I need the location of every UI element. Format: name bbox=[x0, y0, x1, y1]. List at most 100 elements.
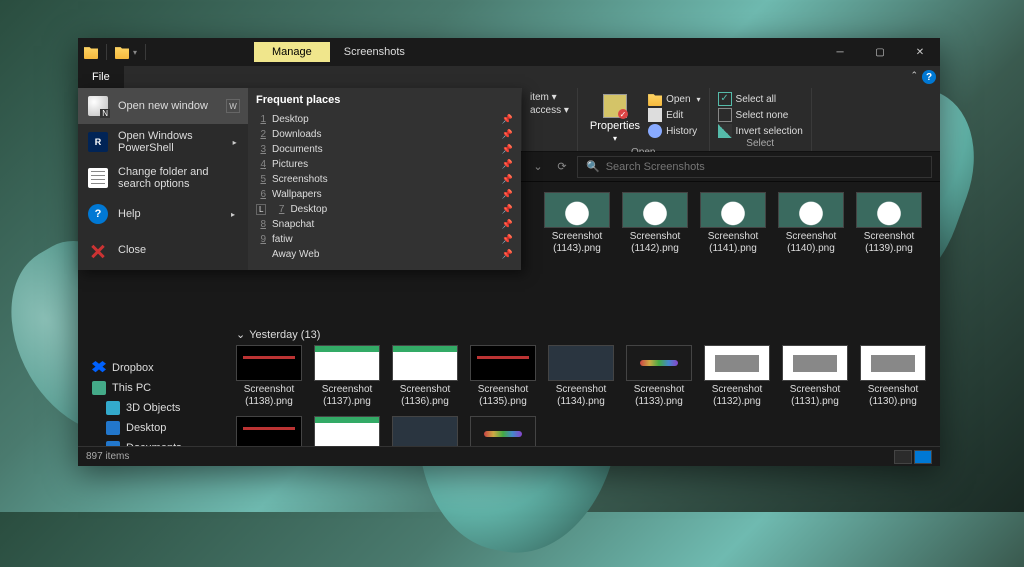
titlebar[interactable]: ▾ Manage Screenshots ─ ▢ ✕ bbox=[78, 38, 940, 66]
divider bbox=[145, 44, 146, 60]
file-thumbnail[interactable]: Screenshot (1128).png bbox=[314, 416, 380, 446]
thumbnail-image bbox=[860, 345, 926, 381]
help-icon: ? bbox=[88, 204, 108, 224]
file-thumbnail[interactable]: Screenshot (1135).png bbox=[470, 345, 536, 408]
pin-icon[interactable]: 📌 bbox=[502, 174, 513, 185]
close-button[interactable]: ✕ bbox=[900, 38, 940, 66]
frequent-label: Wallpapers bbox=[272, 189, 322, 200]
pin-icon[interactable]: 📌 bbox=[502, 249, 513, 260]
file-menu-help[interactable]: ? Help ▸ bbox=[78, 196, 248, 232]
close-icon bbox=[88, 240, 108, 260]
sidebar-item-3d-objects[interactable]: 3D Objects bbox=[78, 398, 226, 418]
minimize-button[interactable]: ─ bbox=[820, 38, 860, 66]
file-menu-tab[interactable]: File bbox=[78, 66, 124, 88]
frequent-place-item[interactable]: 3Documents📌 bbox=[256, 142, 513, 157]
history-button[interactable]: History bbox=[648, 124, 700, 138]
thumbnail-image bbox=[314, 345, 380, 381]
pc-icon bbox=[92, 381, 106, 395]
file-thumbnail[interactable]: Screenshot (1137).png bbox=[314, 345, 380, 408]
file-menu-change-options[interactable]: Change folder and search options bbox=[78, 160, 248, 196]
file-thumbnail[interactable]: Screenshot (1140).png bbox=[778, 192, 844, 255]
file-thumbnail[interactable]: Screenshot (1133).png bbox=[626, 345, 692, 408]
open-button[interactable]: Open▾ bbox=[648, 92, 700, 106]
file-thumbnail[interactable]: Screenshot (1127).png bbox=[392, 416, 458, 446]
sidebar-item-desktop[interactable]: Desktop bbox=[78, 418, 226, 438]
maximize-button[interactable]: ▢ bbox=[860, 38, 900, 66]
select-none-button[interactable]: Select none bbox=[718, 108, 803, 122]
thumbnail-label: Screenshot (1134).png bbox=[548, 384, 614, 408]
sidebar-item-dropbox[interactable]: Dropbox bbox=[78, 358, 226, 378]
nav-dropdown-icon[interactable]: ⌄ bbox=[529, 158, 547, 176]
options-icon bbox=[88, 168, 108, 188]
file-thumbnail[interactable]: Screenshot (1138).png bbox=[236, 345, 302, 408]
new-item-dropdown[interactable]: item ▾ bbox=[530, 92, 569, 103]
divider bbox=[106, 44, 107, 60]
pin-icon[interactable]: 📌 bbox=[502, 189, 513, 200]
file-thumbnail[interactable]: Screenshot (1134).png bbox=[548, 345, 614, 408]
group-header-yesterday[interactable]: ⌄Yesterday (13) bbox=[236, 322, 930, 345]
refresh-icon[interactable]: ⟳ bbox=[553, 158, 571, 176]
select-all-button[interactable]: Select all bbox=[718, 92, 803, 106]
details-view-button[interactable] bbox=[894, 450, 912, 464]
pin-icon[interactable]: 📌 bbox=[502, 144, 513, 155]
frequent-place-item[interactable]: Away Web📌 bbox=[256, 247, 513, 262]
frequent-place-item[interactable]: 4Pictures📌 bbox=[256, 157, 513, 172]
pin-icon[interactable]: 📌 bbox=[502, 159, 513, 170]
3d-icon bbox=[106, 401, 120, 415]
search-input[interactable] bbox=[606, 161, 923, 173]
frequent-place-item[interactable]: 6 Wallpapers 📌 bbox=[256, 187, 513, 202]
thumbnail-image bbox=[778, 192, 844, 228]
pin-icon[interactable]: 📌 bbox=[502, 129, 513, 140]
contextual-tab-manage[interactable]: Manage bbox=[254, 42, 330, 62]
frequent-place-item[interactable]: 9fatiw📌 bbox=[256, 232, 513, 247]
file-thumbnail[interactable]: Screenshot (1142).png bbox=[622, 192, 688, 255]
thumbnail-label: Screenshot (1132).png bbox=[704, 384, 770, 408]
file-thumbnail[interactable]: Screenshot (1143).png bbox=[544, 192, 610, 255]
file-thumbnail[interactable]: Screenshot (1132).png bbox=[704, 345, 770, 408]
thumbnail-image bbox=[470, 345, 536, 381]
sidebar-item-documents[interactable]: Documents bbox=[78, 438, 226, 446]
file-menu-close[interactable]: Close bbox=[78, 232, 248, 268]
qat-folder-icon[interactable] bbox=[115, 45, 129, 59]
sidebar-item-this-pc[interactable]: This PC bbox=[78, 378, 226, 398]
thumbnail-image bbox=[856, 192, 922, 228]
file-thumbnail[interactable]: Screenshot (1139).png bbox=[856, 192, 922, 255]
thumbnail-image bbox=[236, 416, 302, 446]
file-thumbnail[interactable]: Screenshot (1129).png bbox=[236, 416, 302, 446]
easy-access-dropdown[interactable]: access ▾ bbox=[530, 105, 569, 116]
frequent-place-item[interactable]: 1Desktop📌 bbox=[256, 112, 513, 127]
thumbnail-label: Screenshot (1143).png bbox=[544, 231, 610, 255]
search-box[interactable]: 🔍 bbox=[577, 156, 932, 178]
help-icon[interactable]: ? bbox=[922, 70, 936, 84]
qat-dropdown-icon[interactable]: ▾ bbox=[133, 48, 137, 57]
frequent-place-item[interactable]: L7Desktop📌 bbox=[256, 202, 513, 217]
pin-icon[interactable]: 📌 bbox=[502, 204, 513, 215]
pin-icon[interactable]: 📌 bbox=[502, 219, 513, 230]
pin-icon[interactable]: 📌 bbox=[502, 114, 513, 125]
file-menu-open-powershell[interactable]: R Open Windows PowerShell ▸ bbox=[78, 124, 248, 160]
file-thumbnail[interactable]: Screenshot (1141).png bbox=[700, 192, 766, 255]
collapse-ribbon-icon[interactable]: ⌃ bbox=[910, 70, 918, 81]
frequent-label: Desktop bbox=[272, 114, 309, 125]
file-thumbnail[interactable]: Screenshot (1131).png bbox=[782, 345, 848, 408]
frequent-index: 4 bbox=[256, 159, 266, 170]
frequent-index: 6 bbox=[256, 189, 266, 200]
frequent-place-item[interactable]: 5Screenshots📌 bbox=[256, 172, 513, 187]
file-thumbnail[interactable]: Screenshot (1130).png bbox=[860, 345, 926, 408]
frequent-index: 8 bbox=[256, 219, 266, 230]
pin-icon[interactable]: 📌 bbox=[502, 234, 513, 245]
thumbnail-label: Screenshot (1142).png bbox=[622, 231, 688, 255]
invert-selection-button[interactable]: Invert selection bbox=[718, 124, 803, 138]
edit-button[interactable]: Edit bbox=[648, 108, 700, 122]
properties-button[interactable]: Properties ▾ bbox=[586, 90, 644, 147]
thumbnails-view-button[interactable] bbox=[914, 450, 932, 464]
file-thumbnail[interactable]: Screenshot (1136).png bbox=[392, 345, 458, 408]
frequent-place-item[interactable]: 8Snapchat📌 bbox=[256, 217, 513, 232]
submenu-arrow-icon: W bbox=[226, 99, 240, 113]
ribbon-group-select: Select bbox=[718, 138, 803, 151]
file-menu-open-new-window[interactable]: Open new window W bbox=[78, 88, 248, 124]
frequent-place-item[interactable]: 2Downloads📌 bbox=[256, 127, 513, 142]
file-thumbnail[interactable]: Screenshot (1126).png bbox=[470, 416, 536, 446]
thumbnail-label: Screenshot (1136).png bbox=[392, 384, 458, 408]
properties-icon bbox=[603, 94, 627, 118]
